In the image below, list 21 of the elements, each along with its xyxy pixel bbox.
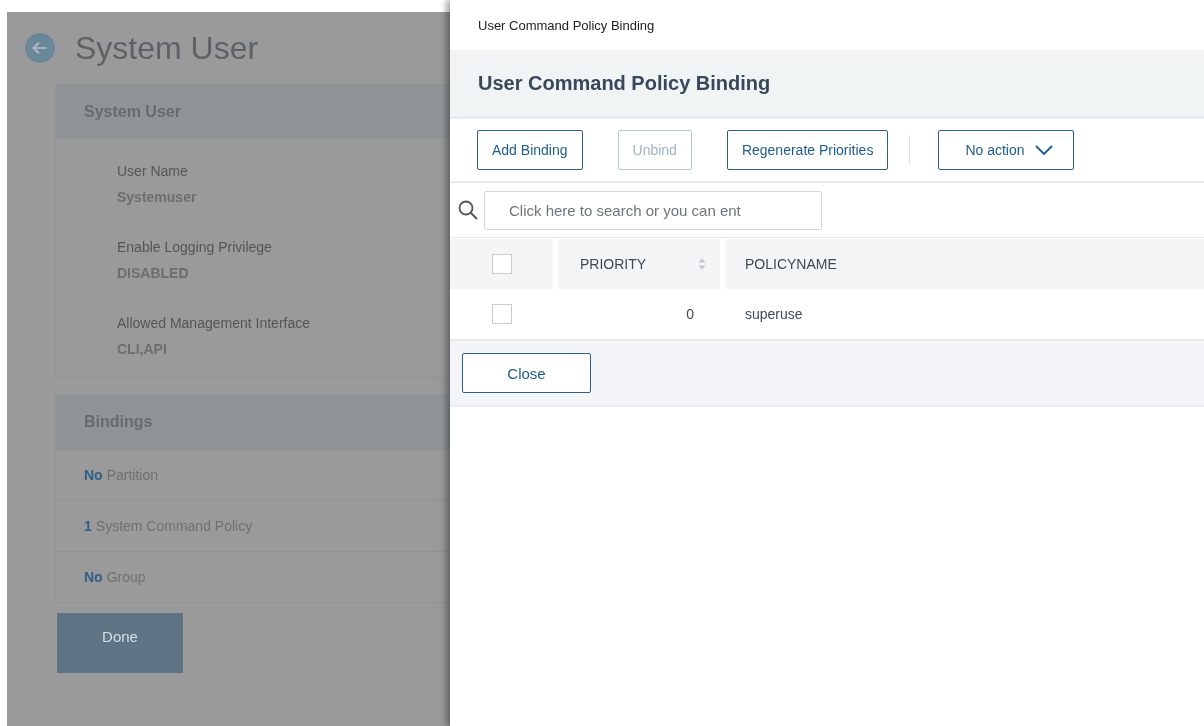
table-cell: 0 [686,306,694,322]
field-label: Allowed Management Interface [117,315,311,331]
toolbar-button[interactable]: Add Binding [477,130,583,170]
breadcrumb: User Command Policy Binding [478,18,655,32]
panel-title: User Command Policy Binding [478,71,771,95]
close-button[interactable]: Close [462,353,591,393]
checkbox[interactable] [491,254,512,274]
chevron-down-icon [1034,145,1053,155]
toolbar-button[interactable]: Regenerate Priorities [726,130,889,170]
field-label: User Name [117,163,189,179]
search-icon [458,200,478,220]
column-header[interactable]: PRIORITY [580,256,647,272]
done-button[interactable]: Done [57,613,183,673]
column-header[interactable]: POLICYNAME [745,256,837,272]
checkbox[interactable] [491,304,512,324]
table-cell: superuse [745,306,803,322]
field-label: Enable Logging Privilege [117,239,273,255]
action-dropdown[interactable]: No action [938,130,1075,170]
page-title: System User [75,29,259,67]
search-field[interactable]: Click here to search or you can ent [484,190,822,230]
sort-icon[interactable] [698,257,706,271]
